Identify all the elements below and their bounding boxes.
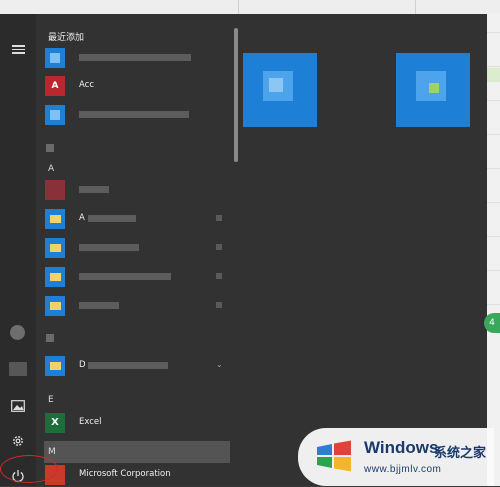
hamburger-menu-icon[interactable] [12, 45, 25, 54]
blurred-app-name [79, 302, 119, 309]
app-list-item[interactable]: D ⌄ [36, 354, 232, 378]
blue-app-icon [45, 48, 65, 68]
live-tile[interactable] [396, 53, 470, 127]
app-list-item[interactable]: X Excel [36, 411, 232, 435]
app-list-item[interactable] [36, 178, 232, 202]
power-highlight-circle [0, 455, 58, 483]
excel-icon: X [45, 413, 65, 433]
section-band [44, 441, 230, 463]
expand-marker [216, 244, 222, 250]
chevron-down-icon[interactable]: ⌄ [216, 360, 223, 369]
strip-divider [238, 0, 239, 14]
user-avatar[interactable] [10, 325, 25, 340]
watermark-url: www.bjjmlv.com [364, 464, 442, 475]
app-list-item[interactable]: A Acc [36, 74, 232, 98]
folder-icon [45, 209, 65, 229]
folder-icon [45, 296, 65, 316]
app-label: Acc [79, 80, 95, 90]
start-rail [0, 14, 36, 486]
live-tile[interactable] [243, 53, 317, 127]
blurred-app-name [79, 244, 139, 251]
app-list-item[interactable] [36, 46, 232, 70]
strip-divider [415, 0, 416, 14]
blurred-app-name [88, 215, 136, 222]
separator [46, 144, 54, 152]
top-window-strip [0, 0, 500, 14]
expand-marker [216, 273, 222, 279]
folder-icon [45, 356, 65, 376]
windows-logo-icon [317, 440, 351, 472]
app-label: Excel [79, 417, 102, 427]
expand-marker [216, 302, 222, 308]
app-list-item[interactable] [36, 265, 232, 289]
section-letter[interactable]: E [48, 395, 54, 405]
watermark: Windows 系统之家 www.bjjmlv.com [298, 428, 494, 486]
app-list-item[interactable]: A [36, 207, 232, 231]
blue-app-icon [45, 105, 65, 125]
blurred-app-name [88, 362, 168, 369]
app-label: D [79, 360, 86, 370]
app-list-item[interactable] [36, 103, 232, 127]
app-list: 最近添加 A Acc A A D ⌄ E X Excel M Microsoft… [36, 14, 232, 486]
watermark-brand: Windows [364, 438, 439, 457]
blurred-app-name [79, 54, 191, 61]
settings-gear-icon[interactable] [8, 431, 28, 451]
section-letter[interactable]: A [48, 164, 54, 174]
side-badge: 4 [484, 313, 500, 333]
app-label: Microsoft Corporation [79, 469, 171, 479]
section-letter[interactable]: M [48, 447, 56, 457]
expand-marker [216, 215, 222, 221]
blurred-app-name [79, 111, 189, 118]
pictures-icon[interactable] [8, 396, 28, 416]
blurred-app-name [79, 273, 171, 280]
tile-art [269, 78, 283, 92]
folder-icon [45, 238, 65, 258]
list-scrollbar[interactable] [234, 28, 238, 162]
app-list-item[interactable]: Microsoft Corporation [36, 463, 232, 487]
app-label: A [79, 213, 85, 223]
folder-icon [45, 267, 65, 287]
red-app-icon [45, 180, 65, 200]
watermark-cn: 系统之家 [434, 446, 487, 461]
recently-added-header: 最近添加 [48, 33, 85, 43]
background-highlight [487, 68, 500, 82]
app-list-item[interactable] [36, 236, 232, 260]
separator [46, 334, 54, 342]
documents-icon[interactable] [9, 362, 27, 376]
access-icon: A [45, 76, 65, 96]
blurred-app-name [79, 186, 109, 193]
tile-art [429, 83, 439, 93]
app-list-item[interactable] [36, 294, 232, 318]
